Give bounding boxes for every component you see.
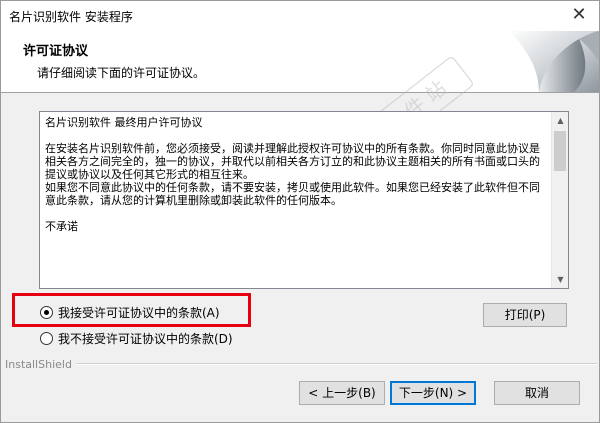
license-text-area[interactable]: 名片识别软件 最终用户许可协议 在安装名片识别软件前，您必须接受，阅读并理解此授…: [39, 111, 569, 289]
installshield-label: InstallShield: [5, 357, 72, 371]
installshield-separator: InstallShield: [5, 357, 597, 371]
accept-radio-option[interactable]: 我接受许可证协议中的条款(A): [40, 304, 220, 320]
back-button[interactable]: < 上一步(B): [299, 381, 385, 405]
accept-radio-label: 我接受许可证协议中的条款(A): [58, 305, 220, 320]
close-icon[interactable]: ✕: [569, 5, 589, 25]
scroll-down-arrow-icon[interactable]: ▼: [552, 271, 569, 288]
accept-radio-button[interactable]: [40, 305, 53, 319]
installer-window: 名片识别软件 安装程序 ✕ 许可证协议 请仔细阅读下面的许可证协议。 名片识别软…: [0, 0, 600, 423]
license-text: 名片识别软件 最终用户许可协议 在安装名片识别软件前，您必须接受，阅读并理解此授…: [45, 116, 540, 233]
separator-line: [75, 363, 597, 365]
scroll-thumb[interactable]: [554, 131, 566, 171]
next-button[interactable]: 下一步(N) >: [390, 381, 476, 405]
page-subtitle: 请仔细阅读下面的许可证协议。: [37, 66, 206, 80]
page-curl-graphic-icon: [509, 31, 599, 92]
print-button[interactable]: 打印(P): [483, 303, 567, 327]
decline-radio-label: 我不接受许可证协议中的条款(D): [58, 331, 233, 346]
cancel-button[interactable]: 取消: [494, 381, 580, 405]
scroll-up-arrow-icon[interactable]: ▲: [552, 112, 569, 129]
title-bar[interactable]: 名片识别软件 安装程序 ✕: [1, 1, 599, 31]
license-scrollbar[interactable]: ▲ ▼: [551, 112, 568, 288]
page-title: 许可证协议: [23, 44, 89, 59]
decline-radio-button[interactable]: [40, 331, 53, 345]
page-header: 许可证协议 请仔细阅读下面的许可证协议。: [1, 31, 599, 93]
decline-radio-option[interactable]: 我不接受许可证协议中的条款(D): [40, 330, 233, 346]
window-title: 名片识别软件 安装程序: [9, 10, 133, 24]
